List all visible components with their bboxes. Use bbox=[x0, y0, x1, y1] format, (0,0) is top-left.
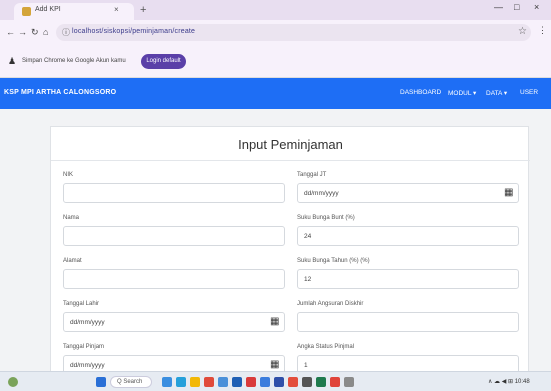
new-tab-button[interactable]: + bbox=[140, 4, 146, 16]
tab-close-icon[interactable]: × bbox=[114, 5, 119, 14]
nik-input[interactable] bbox=[63, 183, 285, 203]
form-card: Input Peminjaman NIK Nama Alamat Tanggal… bbox=[50, 126, 530, 386]
back-icon[interactable]: ← bbox=[6, 27, 15, 37]
brand-title[interactable]: KSP MPI ARTHA CALONGSORO bbox=[4, 89, 116, 96]
infobar-text: Simpan Chrome ke Google Akun kamu bbox=[22, 58, 126, 64]
suku-bunga-bunt-input[interactable]: 24 bbox=[297, 226, 519, 246]
edge-icon[interactable] bbox=[176, 377, 186, 387]
close-window-button[interactable]: × bbox=[534, 2, 539, 12]
card-divider bbox=[51, 160, 530, 161]
suku-bunga-tahun-input[interactable]: 12 bbox=[297, 269, 519, 289]
tab-favicon-icon bbox=[22, 7, 31, 16]
app-icon[interactable] bbox=[204, 377, 214, 387]
app-navbar: KSP MPI ARTHA CALONGSORO DASHBOARD MODUL… bbox=[0, 78, 551, 109]
browser-toolbar: ← → ↻ ⌂ ⓘ localhost/siskopsi/peminjaman/… bbox=[0, 20, 551, 45]
page-title: Input Peminjaman bbox=[238, 137, 343, 152]
calendar-icon[interactable]: ▦ bbox=[504, 187, 513, 198]
label-suku-bunga-bunt: Suku Bunga Bunt (%) bbox=[297, 215, 355, 221]
sync-infobar: ♟ Simpan Chrome ke Google Akun kamu Logi… bbox=[0, 45, 551, 78]
app7-icon[interactable] bbox=[330, 377, 340, 387]
forward-icon[interactable]: → bbox=[18, 27, 27, 37]
label-suku-bunga-tahun: Suku Bunga Tahun (%) (%) bbox=[297, 258, 370, 264]
nav-dashboard[interactable]: DASHBOARD bbox=[400, 89, 441, 96]
alamat-input[interactable] bbox=[63, 269, 285, 289]
home-icon[interactable]: ⌂ bbox=[43, 27, 48, 37]
start-icon[interactable] bbox=[96, 377, 106, 387]
label-tanggal-jt: Tanggal JT bbox=[297, 172, 327, 178]
store-icon[interactable] bbox=[218, 377, 228, 387]
browser-tab-bar: Add KPI × + — □ × bbox=[0, 0, 551, 20]
bookmark-star-icon[interactable]: ☆ bbox=[518, 26, 527, 37]
maximize-button[interactable]: □ bbox=[514, 2, 519, 12]
site-info-icon[interactable]: ⓘ bbox=[62, 27, 70, 38]
calendar-icon[interactable]: ▦ bbox=[270, 359, 279, 370]
label-nama: Nama bbox=[63, 215, 80, 221]
address-bar[interactable]: ⓘ localhost/siskopsi/peminjaman/create ☆ bbox=[56, 24, 531, 41]
weather-icon[interactable] bbox=[8, 377, 18, 387]
word-icon[interactable] bbox=[232, 377, 242, 387]
minimize-button[interactable]: — bbox=[494, 2, 503, 12]
nama-input[interactable] bbox=[63, 226, 285, 246]
nav-modul[interactable]: MODUL ▾ bbox=[448, 89, 476, 97]
label-tanggal-lahir: Tanggal Lahir bbox=[63, 301, 100, 307]
profile-icon: ♟ bbox=[8, 56, 17, 66]
browser-tab[interactable]: Add KPI × bbox=[14, 3, 134, 20]
infobar-button[interactable]: Login default bbox=[141, 54, 186, 69]
calendar-icon[interactable]: ▦ bbox=[270, 316, 279, 327]
label-alamat: Alamat bbox=[63, 258, 82, 264]
nav-user[interactable]: USER bbox=[520, 89, 538, 96]
nav-data[interactable]: DATA ▾ bbox=[486, 89, 507, 97]
system-tray[interactable]: ∧ ☁ ◀ ⊞ 10:48 bbox=[488, 378, 530, 385]
app8-icon[interactable] bbox=[344, 377, 354, 387]
chrome-icon[interactable] bbox=[246, 377, 256, 387]
app4-icon[interactable] bbox=[288, 377, 298, 387]
app2-icon[interactable] bbox=[260, 377, 270, 387]
app6-icon[interactable] bbox=[316, 377, 326, 387]
menu-icon[interactable]: ⋮ bbox=[538, 25, 547, 36]
widgets-icon[interactable] bbox=[162, 377, 172, 387]
tanggal-jt-input[interactable]: dd/mm/yyyy ▦ bbox=[297, 183, 519, 203]
os-taskbar: Q Search ∧ ☁ ◀ ⊞ 10:48 bbox=[0, 371, 551, 391]
jumlah-angsuran-input[interactable] bbox=[297, 312, 519, 332]
label-angka-status: Angka Status Pinjmal bbox=[297, 344, 355, 350]
label-nik: NIK bbox=[63, 172, 74, 178]
reload-icon[interactable]: ↻ bbox=[31, 27, 39, 38]
file-explorer-icon[interactable] bbox=[190, 377, 200, 387]
label-tanggal-pinjam: Tanggal Pinjam bbox=[63, 344, 105, 350]
tab-title: Add KPI bbox=[35, 6, 61, 13]
label-jumlah-angsuran: Jumlah Angsuran Diskhir bbox=[297, 301, 364, 307]
tanggal-lahir-input[interactable]: dd/mm/yyyy ▦ bbox=[63, 312, 285, 332]
app5-icon[interactable] bbox=[302, 377, 312, 387]
url-text[interactable]: localhost/siskopsi/peminjaman/create bbox=[72, 28, 195, 35]
taskbar-search[interactable]: Q Search bbox=[110, 376, 152, 388]
app3-icon[interactable] bbox=[274, 377, 284, 387]
